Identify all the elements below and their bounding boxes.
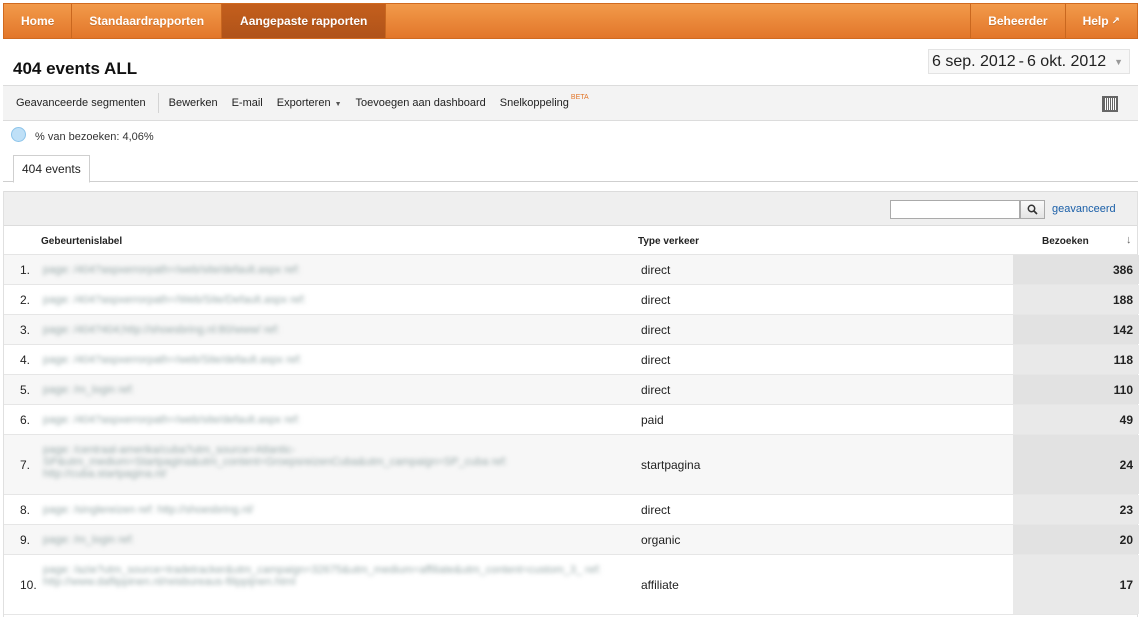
visits-cell: 110	[1013, 375, 1139, 404]
traffic-type-cell: direct	[641, 293, 671, 307]
traffic-type-cell: startpagina	[641, 458, 701, 472]
row-index: 7.	[20, 458, 31, 472]
shortcut-label: Snelkoppeling	[499, 97, 569, 109]
visits-cell: 49	[1013, 405, 1139, 434]
row-index: 4.	[20, 353, 31, 367]
event-label-cell[interactable]: page: /404?aspxerrorpath=/web/Site/defau…	[43, 354, 613, 366]
table-search-bar: geavanceerd	[4, 191, 1137, 226]
table-panel: geavanceerd Gebeurtenislabel Type verkee…	[3, 191, 1139, 617]
nav-standard-reports[interactable]: Standaardrapporten	[72, 4, 223, 38]
traffic-type-cell: organic	[641, 533, 681, 547]
traffic-type-cell: direct	[641, 383, 671, 397]
advanced-segments-button[interactable]: Geavanceerde segmenten	[3, 97, 153, 109]
event-label-cell[interactable]: page: /singlereizen ref: http://shoesbri…	[43, 504, 613, 516]
visits-cell: 23	[1013, 495, 1139, 524]
visits-cell: 118	[1013, 345, 1139, 374]
row-index: 10.	[20, 578, 37, 592]
visits-cell: 17	[1013, 555, 1139, 614]
pie-chart-icon	[11, 127, 26, 142]
nav-help-label: Help	[1082, 14, 1109, 28]
report-toolbar: Geavanceerde segmenten Bewerken E-mail E…	[3, 85, 1138, 121]
traffic-type-cell: paid	[641, 413, 664, 427]
page-title: 404 events ALL	[13, 59, 138, 78]
row-index: 9.	[20, 533, 31, 547]
edit-button[interactable]: Bewerken	[162, 97, 225, 109]
nav-home[interactable]: Home	[4, 4, 73, 38]
visits-cell: 20	[1013, 525, 1139, 554]
date-start: 6 sep. 2012	[932, 52, 1016, 70]
nav-custom-reports[interactable]: Aangepaste rapporten	[222, 4, 387, 38]
nav-admin[interactable]: Beheerder	[970, 4, 1064, 38]
column-header-visits[interactable]: Bezoeken	[1042, 236, 1089, 247]
qr-code-icon[interactable]	[1102, 96, 1118, 112]
traffic-type-cell: direct	[641, 323, 671, 337]
table-body: 1. page: /404?aspxerrorpath=/web/site/def…	[4, 255, 1139, 615]
table-row[interactable]: 7. page: /centraal-amerika/cuba?utm_sourc…	[4, 435, 1139, 495]
report-tabs: 404 events	[3, 154, 1138, 183]
column-header-traffic-type[interactable]: Type verkeer	[638, 236, 699, 247]
traffic-type-cell: affiliate	[641, 578, 679, 592]
tab-404-events[interactable]: 404 events	[13, 155, 90, 183]
row-index: 6.	[20, 413, 31, 427]
export-label: Exporteren	[276, 97, 331, 109]
search-icon	[1027, 204, 1038, 215]
column-header-event-label[interactable]: Gebeurtenislabel	[41, 236, 122, 247]
table-row[interactable]: 3. page: /404?404;http://shoesbring.nl:80…	[4, 315, 1139, 345]
row-index: 8.	[20, 503, 31, 517]
table-header: Gebeurtenislabel Type verkeer Bezoeken ↓	[4, 226, 1137, 255]
row-index: 2.	[20, 293, 31, 307]
visits-cell: 142	[1013, 315, 1139, 344]
nav-help[interactable]: Help ↗	[1064, 4, 1137, 38]
date-end: 6 okt. 2012	[1026, 52, 1107, 70]
event-label-cell[interactable]: page: /m_login ref:	[43, 384, 613, 396]
table-row[interactable]: 4. page: /404?aspxerrorpath=/web/Site/def…	[4, 345, 1139, 375]
traffic-type-cell: direct	[641, 503, 671, 517]
segment-summary: % van bezoeken: 4,06%	[11, 127, 154, 144]
visits-cell: 24	[1013, 435, 1139, 494]
top-nav: Home Standaardrapporten Aangepaste rappo…	[3, 3, 1138, 39]
table-row[interactable]: 8. page: /singlereizen ref: http://shoesb…	[4, 495, 1139, 525]
advanced-search-link[interactable]: geavanceerd	[1052, 203, 1116, 215]
add-to-dashboard-button[interactable]: Toevoegen aan dashboard	[349, 97, 493, 109]
event-label-cell[interactable]: page: /centraal-amerika/cuba?utm_source=…	[43, 444, 613, 480]
table-row[interactable]: 6. page: /404?aspxerrorpath=/web/site/def…	[4, 405, 1139, 435]
visits-cell: 188	[1013, 285, 1139, 314]
event-label-cell[interactable]: page: /m_login ref:	[43, 534, 613, 546]
row-index: 1.	[20, 263, 31, 277]
shortcut-button[interactable]: Snelkoppeling BETA	[493, 94, 596, 109]
search-button[interactable]	[1020, 200, 1045, 219]
search-input[interactable]	[890, 200, 1020, 219]
event-label-cell[interactable]: page: /404?aspxerrorpath=/web/site/defau…	[43, 414, 613, 426]
external-link-icon: ↗	[1111, 15, 1120, 27]
table-row[interactable]: 10. page: /azie?utm_source=tradetracker&u…	[4, 555, 1139, 615]
traffic-type-cell: direct	[641, 353, 671, 367]
visits-cell: 386	[1013, 255, 1139, 284]
segment-percentage: % van bezoeken: 4,06%	[35, 130, 154, 143]
chevron-down-icon: ▼	[1114, 56, 1124, 67]
row-index: 3.	[20, 323, 31, 337]
event-label-cell[interactable]: page: /azie?utm_source=tradetracker&utm_…	[43, 564, 613, 588]
dropdown-arrow-icon: ▼	[334, 101, 342, 108]
event-label-cell[interactable]: page: /404?aspxerrorpath=/web/site/defau…	[43, 264, 613, 276]
email-button[interactable]: E-mail	[225, 97, 270, 109]
table-row[interactable]: 2. page: /404?aspxerrorpath=/Web/Site/Def…	[4, 285, 1139, 315]
date-range-picker[interactable]: 6 sep. 2012 - 6 okt. 2012 ▼	[928, 49, 1130, 74]
traffic-type-cell: direct	[641, 263, 671, 277]
sort-arrow-icon[interactable]: ↓	[1126, 234, 1132, 246]
toolbar-divider	[157, 93, 159, 113]
event-label-cell[interactable]: page: /404?aspxerrorpath=/Web/Site/Defau…	[43, 294, 613, 306]
table-row[interactable]: 9. page: /m_login ref: organic 20	[4, 525, 1139, 555]
table-row[interactable]: 5. page: /m_login ref: direct 110	[4, 375, 1139, 405]
title-row: 404 events ALL 6 sep. 2012 - 6 okt. 2012…	[3, 40, 1138, 85]
beta-badge: BETA	[570, 94, 589, 101]
table-row[interactable]: 1. page: /404?aspxerrorpath=/web/site/def…	[4, 255, 1139, 285]
export-button[interactable]: Exporteren ▼	[270, 97, 349, 109]
date-separator: -	[1018, 52, 1024, 70]
row-index: 5.	[20, 383, 31, 397]
event-label-cell[interactable]: page: /404?404;http://shoesbring.nl:80/w…	[43, 324, 613, 336]
